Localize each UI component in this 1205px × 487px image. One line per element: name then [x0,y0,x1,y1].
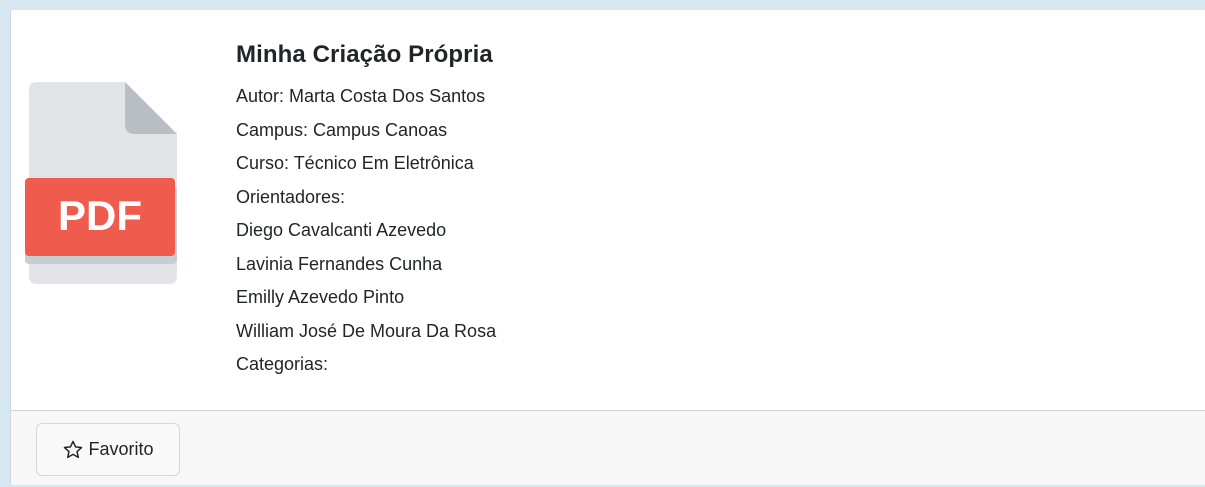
advisor-name: Lavinia Fernandes Cunha [236,253,443,274]
pdf-file-icon[interactable]: PDF [25,82,179,284]
advisor-name: Diego Cavalcanti Azevedo [236,220,447,240]
star-outline-icon [62,439,84,461]
pdf-badge-label: PDF [58,192,142,239]
course-line: Curso: Técnico Em Eletrônica [236,153,474,173]
document-card: PDF Minha Criação Própria Autor: Marta C… [10,10,1205,485]
advisor-name: William José De Moura Da Rosa [236,320,497,341]
card-footer: Favorito [11,410,1205,485]
author-line: Autor: Marta Costa Dos Santos [236,86,486,106]
card-body: PDF Minha Criação Própria Autor: Marta C… [11,10,1205,410]
document-info: Minha Criação Própria Autor: Marta Costa… [236,40,496,382]
advisors-label: Orientadores: [236,186,346,207]
page-frame: PDF Minha Criação Própria Autor: Marta C… [0,0,1205,487]
favorite-label: Favorito [88,439,154,459]
advisor-name: Emilly Azevedo Pinto [236,287,405,307]
document-title[interactable]: Minha Criação Própria [236,40,496,70]
categories-label: Categorias: [236,354,329,374]
campus-line: Campus: Campus Canoas [236,119,448,140]
favorite-button[interactable]: Favorito [36,423,180,476]
